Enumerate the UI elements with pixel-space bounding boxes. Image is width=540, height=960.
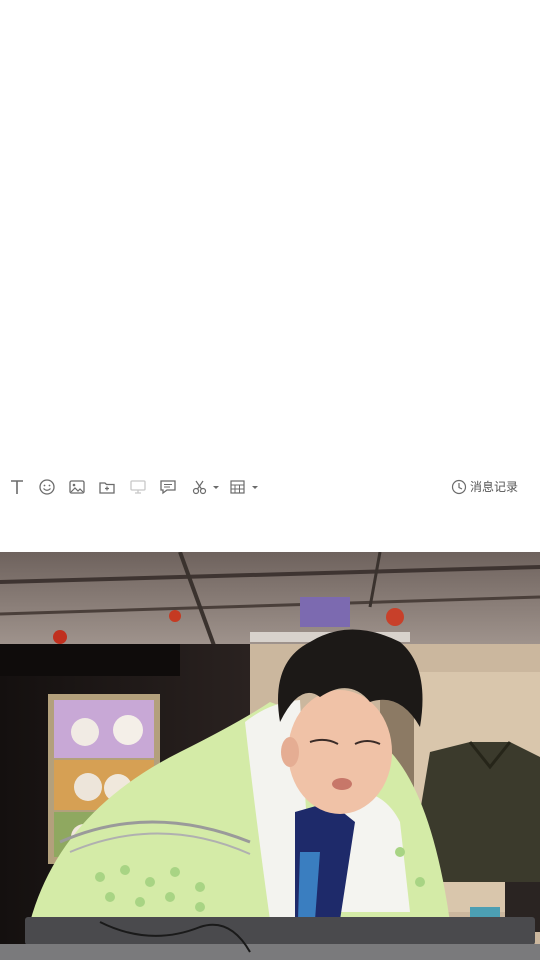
chat-toolbar: 消息记录 [0,470,540,504]
text-format-icon[interactable] [8,478,26,496]
video-frame [0,552,540,960]
clock-icon [451,479,467,494]
calendar-grid-icon[interactable] [229,478,261,496]
chat-bubble-icon[interactable] [159,478,177,496]
emoji-icon[interactable] [38,478,56,496]
folder-icon[interactable] [98,478,116,496]
scissors-icon[interactable] [191,478,221,496]
message-input-area[interactable] [0,504,540,552]
chat-message-area [0,0,540,470]
image-icon[interactable] [68,478,86,496]
screen-share-icon [129,478,147,496]
message-history-button[interactable]: 消息记录 [451,478,518,495]
message-history-label: 消息记录 [469,480,518,494]
